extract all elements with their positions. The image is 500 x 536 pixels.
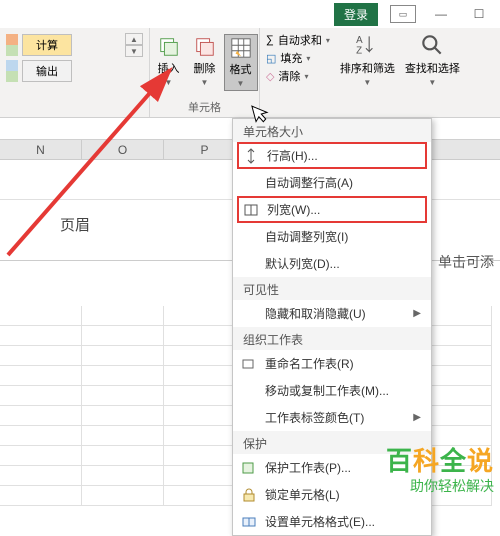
watermark-title: 百科全说 (386, 441, 494, 478)
row-height-icon (243, 148, 259, 164)
menu-default-width[interactable]: 默认列宽(D)... (233, 250, 431, 277)
maximize-icon[interactable]: ☐ (466, 5, 492, 23)
menu-autofit-row[interactable]: 自动调整行高(A) (233, 169, 431, 196)
format-cells-icon (241, 514, 257, 530)
autosum-button[interactable]: ∑自动求和 ▾ (266, 32, 330, 48)
title-bar: 登录 ▭ — ☐ (0, 0, 500, 28)
cells-group-label: 单元格 (188, 99, 221, 117)
menu-section-visibility: 可见性 (233, 277, 431, 300)
format-icon (230, 37, 252, 59)
sigma-icon: ∑ (266, 34, 274, 46)
menu-col-width[interactable]: 列宽(W)... (237, 196, 427, 223)
eraser-icon: ◇ (266, 70, 274, 83)
menu-move-copy-sheet[interactable]: 移动或复制工作表(M)... (233, 377, 431, 404)
styles-group: 计算 ▲▼ 输出 (0, 28, 150, 117)
col-header: N (0, 140, 82, 159)
insert-icon (158, 36, 180, 58)
menu-format-cells[interactable]: 设置单元格格式(E)... (233, 508, 431, 535)
clear-button[interactable]: ◇清除 ▾ (266, 68, 330, 84)
chevron-right-icon: ▶ (413, 412, 421, 423)
col-header: O (82, 140, 164, 159)
menu-rename-sheet[interactable]: 重命名工作表(R) (233, 350, 431, 377)
menu-tab-color[interactable]: 工作表标签颜色(T)▶ (233, 404, 431, 431)
lock-icon (241, 487, 257, 503)
minimize-icon[interactable]: — (428, 5, 454, 23)
menu-row-height[interactable]: 行高(H)... (237, 142, 427, 169)
menu-hide-unhide[interactable]: 隐藏和取消隐藏(U)▶ (233, 300, 431, 327)
chevron-right-icon: ▶ (413, 308, 421, 319)
style-output[interactable]: 输出 (22, 60, 72, 82)
login-button[interactable]: 登录 (334, 3, 378, 26)
insert-button[interactable]: 插入▼ (152, 34, 186, 91)
fill-button[interactable]: ◱填充 ▾ (266, 50, 330, 66)
style-nav[interactable]: ▲▼ (125, 33, 143, 57)
delete-icon (194, 36, 216, 58)
menu-autofit-col[interactable]: 自动调整列宽(I) (233, 223, 431, 250)
sort-filter-icon: AZ (354, 32, 380, 58)
fill-icon: ◱ (266, 52, 276, 65)
ribbon-display-icon[interactable]: ▭ (390, 5, 416, 23)
svg-text:A: A (357, 35, 364, 46)
editing-group: ∑自动求和 ▾ ◱填充 ▾ ◇清除 ▾ AZ 排序和筛选▼ 查找和选择▼ (260, 28, 500, 117)
style-calc[interactable]: 计算 (22, 34, 72, 56)
rename-icon (241, 356, 257, 372)
protect-icon (241, 460, 257, 476)
sort-filter-button[interactable]: AZ 排序和筛选▼ (340, 32, 395, 113)
menu-section-organize: 组织工作表 (233, 327, 431, 350)
add-header-hint[interactable]: 单击可添 (438, 252, 494, 272)
find-icon (419, 32, 445, 58)
format-button[interactable]: 格式▼ (224, 34, 258, 91)
col-width-icon (243, 202, 259, 218)
svg-text:Z: Z (357, 46, 363, 57)
watermark: 百科全说 助你轻松解决 (386, 441, 494, 496)
page-header-area[interactable]: 页眉 (60, 214, 90, 235)
cells-group: 插入▼ 删除▼ 格式▼ 单元格 (150, 28, 260, 117)
watermark-subtitle: 助你轻松解决 (386, 476, 494, 496)
find-select-button[interactable]: 查找和选择▼ (405, 32, 460, 113)
delete-button[interactable]: 删除▼ (188, 34, 222, 91)
